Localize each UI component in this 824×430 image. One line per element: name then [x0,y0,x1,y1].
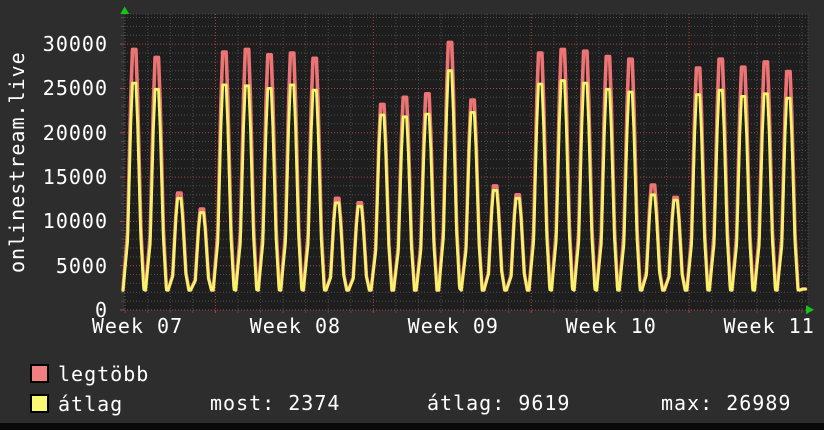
y-tick-label: 15000 [42,164,108,189]
axis-arrow-right-icon [806,305,814,315]
stat-atlag: átlag: 9619 [427,391,571,415]
y-tick-label: 5000 [55,253,108,278]
x-tick-label: Week 10 [565,314,657,338]
legend-swatch-legtobb [30,364,49,383]
y-tick-label: 25000 [42,76,108,101]
legend-label-atlag: átlag [58,392,124,416]
y-tick-label: 10000 [42,209,108,234]
stat-max: max: 26989 [661,391,792,415]
stat-most: most: 2374 [210,391,341,415]
rrd-graph-window: onlinestream.live 30000 25000 20000 15000 10… [0,0,824,430]
axis-arrow-up-icon [120,6,130,14]
x-tick-label: Week 09 [407,314,499,338]
y-tick-label: 30000 [42,32,108,56]
y-tick-label: 20000 [42,120,108,145]
x-tick-label: Week 11 [723,314,815,338]
legend-swatch-atlag [30,394,49,413]
x-tick-label: Week 08 [249,314,342,338]
legend-label-legtobb: legtöbb [58,362,150,386]
bottom-border-bar [0,423,824,430]
traffic-graph [120,6,814,315]
x-tick-label: Week 07 [91,314,184,338]
